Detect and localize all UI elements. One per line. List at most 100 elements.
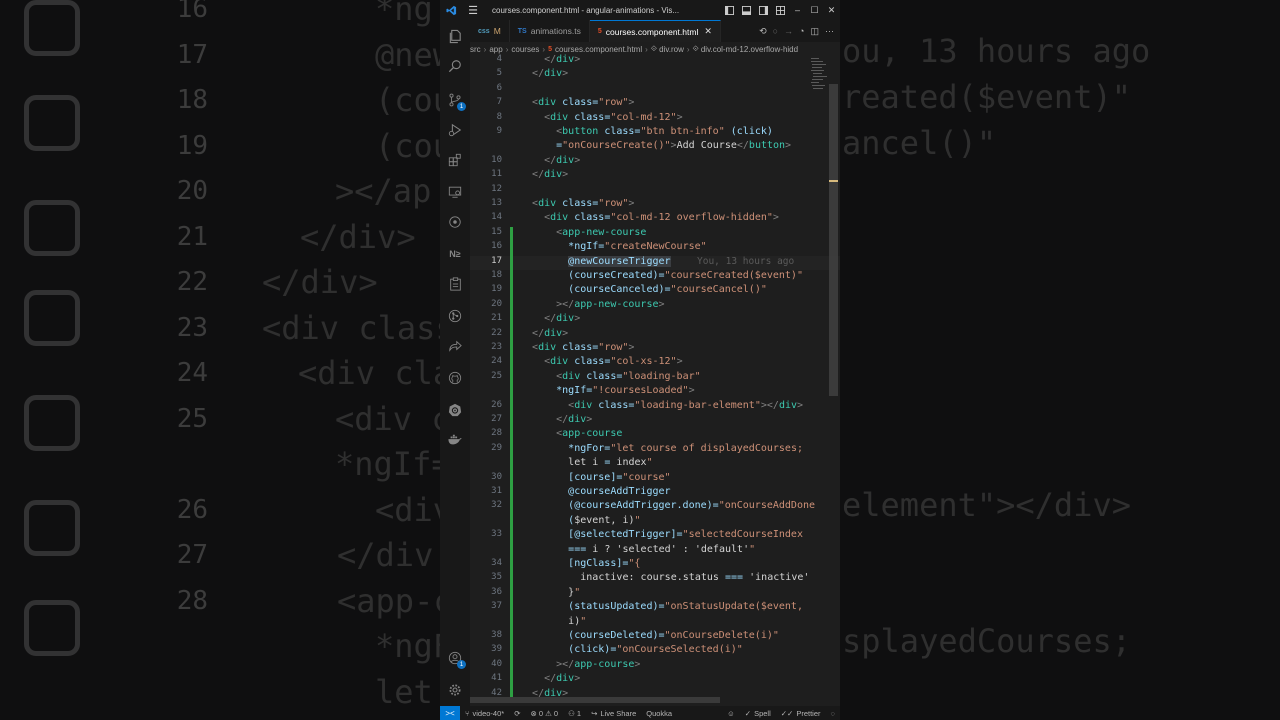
notifications-bell-icon[interactable]: ◌ [826, 709, 840, 718]
run-debug-icon[interactable] [447, 122, 463, 138]
accounts-icon[interactable]: 1 [447, 650, 466, 669]
tab-css[interactable]: css M [470, 20, 510, 42]
quokka-status[interactable]: Quokka [641, 709, 677, 718]
tab-animations-ts[interactable]: TS animations.ts [509, 20, 590, 42]
code-line[interactable]: 38 (courseDeleted)="onCourseDelete(i)" [470, 630, 810, 645]
github-icon[interactable] [447, 370, 463, 386]
code-line[interactable]: 31 @courseAddTrigger [470, 486, 810, 501]
code-line[interactable]: 32 (@courseAddTrigger.done)="onCourseAdd… [470, 500, 815, 515]
source-control-icon[interactable]: 1 [447, 92, 466, 111]
code-line[interactable]: 24 <div class="col-xs-12"> [470, 356, 810, 371]
code-line[interactable]: 6 [470, 83, 810, 97]
code-line[interactable]: 39 (click)="onCourseSelected(i)" [470, 644, 810, 659]
breadcrumb-item[interactable]: div.row [659, 45, 684, 54]
live-share-icon[interactable] [447, 338, 463, 354]
code-line[interactable]: 11 </div> [470, 169, 810, 183]
code-line[interactable]: 18 (courseCreated)="courseCreated($event… [470, 270, 810, 285]
toggle-sidebar-icon[interactable] [721, 0, 738, 20]
close-tab-icon[interactable]: ✕ [704, 26, 712, 37]
code-line[interactable]: 5 </div> [470, 68, 810, 82]
code-line[interactable]: i)" [470, 615, 810, 630]
code-line[interactable]: 19 (courseCanceled)="courseCancel()" [470, 284, 810, 299]
testing-icon[interactable] [447, 214, 463, 230]
code-line[interactable]: 37 (statusUpdated)="onStatusUpdate($even… [470, 601, 810, 616]
toggle-secondary-sidebar-icon[interactable] [755, 0, 772, 20]
breadcrumb-item[interactable]: src [470, 45, 481, 54]
go-back-icon[interactable]: ⟲ [759, 26, 767, 37]
code-line[interactable]: 21 </div> [470, 313, 810, 328]
problems-status[interactable]: ⊗ 0 ⚠ 0 [526, 709, 564, 718]
code-line[interactable]: 7 <div class="row"> [470, 97, 810, 111]
code-line[interactable]: 9 <button class="btn btn-info" (click) [470, 126, 810, 140]
close-window-icon[interactable]: ✕ [823, 0, 840, 20]
remote-explorer-icon[interactable] [447, 184, 463, 200]
explorer-icon[interactable] [447, 28, 463, 44]
code-text: (courseCreated)="courseCreated($event)" [568, 270, 803, 281]
code-line[interactable]: 16 *ngIf="createNewCourse" [470, 241, 810, 256]
code-line[interactable]: 10 </div> [470, 155, 810, 169]
horizontal-scrollbar[interactable] [470, 697, 720, 703]
code-line[interactable]: 4 </div> [470, 54, 810, 68]
copilot-icon[interactable]: ☺ [722, 709, 740, 718]
code-line[interactable]: 20 ></app-new-course> [470, 298, 810, 314]
code-line[interactable]: 8 <div class="col-md-12"> [470, 112, 810, 126]
code-line[interactable]: 12 [470, 184, 810, 198]
code-line[interactable]: === i ? 'selected' : 'default'" [470, 543, 810, 558]
kubernetes-icon[interactable] [447, 402, 463, 418]
spell-status[interactable]: ✓ Spell [740, 709, 776, 718]
code-line[interactable]: 33 [@selectedTrigger]="selectedCourseInd… [470, 529, 810, 544]
code-line[interactable]: 27 </div> [470, 414, 810, 429]
code-line[interactable]: 22 </div> [470, 327, 810, 342]
code-line[interactable]: 30 [course]="course" [470, 471, 810, 486]
menu-icon[interactable]: ☰ [462, 0, 484, 20]
ports-status[interactable]: ⚇ 1 [563, 709, 586, 718]
minimize-icon[interactable]: – [789, 0, 806, 20]
code-editor[interactable]: 4 </div> 5 </div> 6 7 <div class="row"> 8 <d… [470, 54, 840, 706]
tab-courses-component-html[interactable]: 5 courses.component.html ✕ [589, 20, 721, 42]
line-number: 18 [491, 270, 502, 280]
code-line[interactable]: 14 <div class="col-md-12 overflow-hidden… [470, 212, 810, 226]
minimap[interactable] [810, 56, 828, 96]
code-line[interactable]: ="onCourseCreate()">Add Course</button> [470, 140, 810, 154]
code-line[interactable]: 23 <div class="row"> [470, 342, 810, 357]
code-line[interactable]: *ngIf="!coursesLoaded"> [470, 385, 810, 400]
breadcrumb-item[interactable]: courses [511, 45, 539, 54]
code-line[interactable]: 34 [ngClass]="{ [470, 558, 810, 573]
split-editor-icon[interactable]: ◫ [810, 26, 819, 37]
docker-icon[interactable] [447, 432, 463, 448]
code-line[interactable]: 28 <app-course [470, 428, 810, 443]
git-compare-icon[interactable]: ◔ [799, 26, 804, 36]
git-graph-icon[interactable] [447, 308, 463, 324]
code-line[interactable]: ($event, i)" [470, 514, 810, 530]
code-line[interactable]: 29 *ngFor="let course of displayedCourse… [470, 442, 810, 458]
extensions-icon[interactable] [447, 152, 463, 168]
prettier-status[interactable]: ✓✓ Prettier [776, 709, 826, 718]
vertical-scrollbar[interactable] [829, 84, 838, 396]
code-line[interactable]: 15 <app-new-course [470, 226, 810, 242]
code-line[interactable]: 25 <div class="loading-bar" [470, 370, 810, 386]
maximize-icon[interactable]: ☐ [806, 0, 823, 20]
code-line[interactable]: 40 ></app-course> [470, 658, 810, 674]
customize-layout-icon[interactable] [772, 0, 789, 20]
live-share-status[interactable]: ↪ Live Share [586, 709, 641, 718]
breadcrumb-item[interactable]: app [489, 45, 502, 54]
breadcrumb-item[interactable]: div.col-md-12.overflow-hidd [701, 45, 798, 54]
revert-icon[interactable]: ○ [773, 26, 778, 36]
breadcrumb-item[interactable]: courses.component.html [555, 45, 642, 54]
remote-indicator-icon[interactable]: >< [440, 706, 460, 720]
code-line[interactable]: 26 <div class="loading-bar-element"></di… [470, 399, 810, 414]
settings-gear-icon[interactable] [447, 682, 463, 698]
search-icon[interactable] [447, 58, 463, 74]
sync-icon[interactable]: ⟳ [509, 709, 525, 718]
code-line[interactable]: 35 inactive: course.status === 'inactive… [470, 572, 810, 587]
branch-status[interactable]: ⑂ video-40* [460, 709, 509, 718]
nx-console-icon[interactable]: N≥ [447, 246, 463, 262]
clipboard-icon[interactable] [447, 276, 463, 292]
code-line[interactable]: 41 </div> [470, 673, 810, 688]
code-line[interactable]: let i = index" [470, 457, 810, 472]
more-actions-icon[interactable]: ··· [825, 26, 834, 36]
go-forward-icon[interactable]: → [784, 26, 793, 36]
toggle-panel-icon[interactable] [738, 0, 755, 20]
code-line[interactable]: 13 <div class="row"> [470, 198, 810, 212]
code-line[interactable]: 36 }" [470, 586, 810, 602]
